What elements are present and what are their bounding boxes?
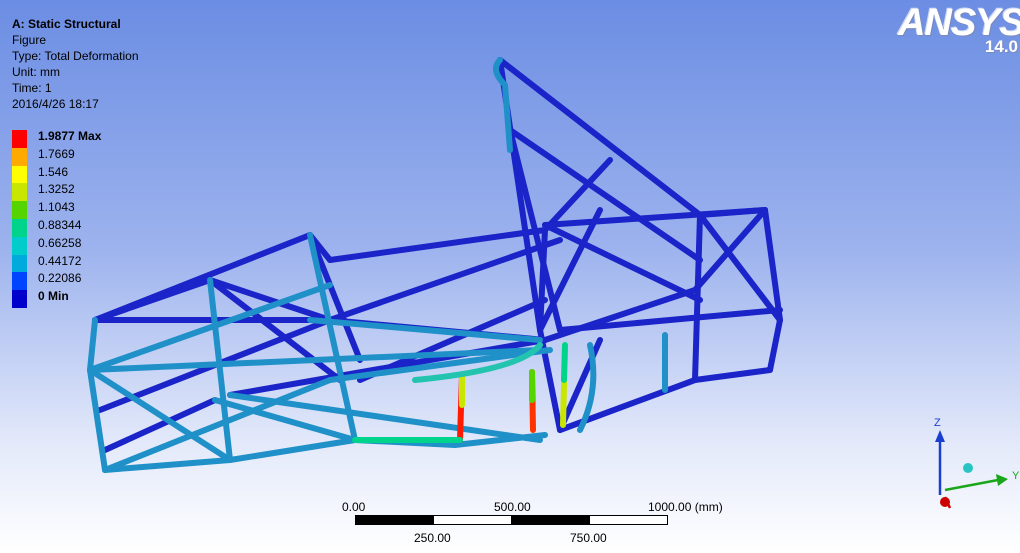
- scale-ruler: 0.00 500.00 1000.00 (mm) 250.00 750.00: [340, 500, 760, 550]
- legend-swatch: [12, 130, 27, 148]
- result-info-block: A: Static Structural Figure Type: Total …: [12, 16, 139, 112]
- scale-label-0: 0.00: [342, 500, 366, 514]
- legend-label: 1.1043: [38, 200, 75, 215]
- analysis-title: A: Static Structural: [12, 17, 121, 31]
- legend-label: 1.3252: [38, 182, 75, 197]
- info-time: Time: 1: [12, 81, 52, 95]
- axis-y-line: [944, 478, 999, 492]
- legend-label: 1.9877 Max: [38, 129, 102, 143]
- info-unit: Unit: mm: [12, 65, 60, 79]
- scale-label-1000: 1000.00 (mm): [648, 500, 723, 514]
- legend-label: 0.44172: [38, 253, 82, 268]
- legend-label: 1.7669: [38, 146, 75, 161]
- legend-swatch: [12, 272, 27, 291]
- legend-label: 0.66258: [38, 235, 82, 250]
- axis-z-arrow-icon: [935, 430, 945, 442]
- legend-label: 0.88344: [38, 217, 82, 232]
- frame-members-low-deformation: [92, 57, 783, 453]
- scale-label-750: 750.00: [570, 531, 607, 545]
- axis-y-label: Y: [1012, 470, 1020, 482]
- legend-swatch: [12, 290, 27, 308]
- legend-swatch: [12, 218, 27, 237]
- scale-segment-1: [355, 515, 434, 525]
- model-viewport[interactable]: [0, 0, 1020, 553]
- scale-label-250: 250.00: [414, 531, 451, 545]
- legend-swatch: [12, 236, 27, 255]
- view-sphere-icon[interactable]: [963, 463, 973, 473]
- axis-y-arrow-icon: [996, 474, 1008, 486]
- legend-label: 0.22086: [38, 271, 82, 286]
- legend-swatch: [12, 183, 27, 202]
- legend-swatch: [12, 147, 27, 166]
- axis-triad[interactable]: Z Y: [920, 410, 1020, 520]
- legend-swatch: [12, 201, 27, 219]
- legend-label: 0 Min: [38, 289, 69, 304]
- scale-label-500: 500.00: [494, 500, 531, 514]
- axis-z-label: Z: [934, 417, 941, 429]
- info-date: 2016/4/26 18:17: [12, 97, 99, 111]
- scale-segment-3: [511, 515, 590, 525]
- info-figure: Figure: [12, 33, 47, 47]
- legend-swatch: [12, 165, 27, 184]
- info-type: Type: Total Deformation: [12, 49, 139, 63]
- axis-x-icon: [940, 497, 950, 507]
- ansys-logo: ANSYS 14.0: [898, 2, 1020, 57]
- scale-segment-4: [589, 515, 668, 525]
- legend-swatch: [12, 254, 27, 273]
- legend-label: 1.546: [38, 164, 69, 179]
- scale-segment-2: [433, 515, 512, 525]
